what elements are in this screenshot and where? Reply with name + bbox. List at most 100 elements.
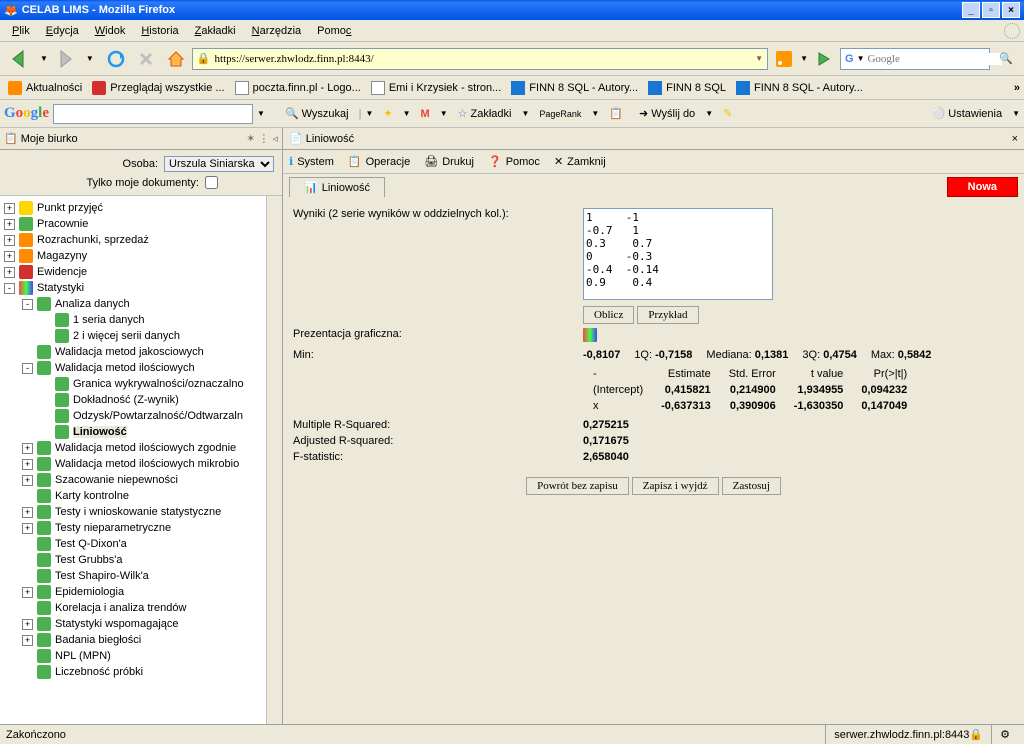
chart-icon[interactable] [583, 328, 597, 342]
menu-pomoc[interactable]: Pomoc [309, 23, 359, 39]
tb-system[interactable]: ℹSystem [289, 155, 334, 168]
menu-edycja[interactable]: Edycja [38, 23, 87, 39]
bookmark-item[interactable]: FINN 8 SQL [644, 79, 730, 97]
bookmark-item[interactable]: Emi i Krzysiek - stron... [367, 79, 505, 97]
search-go-button[interactable]: 🔍 [992, 46, 1020, 72]
zapisz-button[interactable]: Zapisz i wyjdź [632, 477, 719, 495]
osoba-select[interactable]: Urszula Siniarska [164, 156, 274, 172]
tree-node[interactable]: Karty kontrolne [0, 488, 282, 504]
menu-plik[interactable]: Plik [4, 23, 38, 39]
menu-zakladki[interactable]: Zakładki [187, 23, 244, 39]
tree-node[interactable]: +Walidacja metod ilościowych zgodnie [0, 440, 282, 456]
tree-node[interactable]: +Rozrachunki, sprzedaż [0, 232, 282, 248]
tree-twisty[interactable]: + [4, 251, 15, 262]
go-button[interactable] [810, 46, 838, 72]
tree-node[interactable]: -Statystyki [0, 280, 282, 296]
tree-twisty[interactable]: + [22, 587, 33, 598]
url-input[interactable] [215, 53, 752, 65]
url-dropdown-icon[interactable]: ▼ [755, 54, 763, 63]
tree-twisty[interactable]: + [22, 619, 33, 630]
powrot-button[interactable]: Powrót bez zapisu [526, 477, 629, 495]
restore-button[interactable]: ▫ [982, 2, 1000, 18]
feed-button[interactable] [770, 46, 798, 72]
tree-twisty[interactable]: + [22, 459, 33, 470]
tree-twisty[interactable]: + [22, 475, 33, 486]
tree-node[interactable]: NPL (MPN) [0, 648, 282, 664]
tree-node[interactable]: +Badania biegłości [0, 632, 282, 648]
oblicz-button[interactable]: Oblicz [583, 306, 634, 324]
tree-node[interactable]: 1 seria danych [0, 312, 282, 328]
overflow-chevron-icon[interactable]: » [1014, 82, 1020, 94]
menu-widok[interactable]: Widok [87, 23, 134, 39]
zastosuj-button[interactable]: Zastosuj [722, 477, 781, 495]
google-new-button[interactable]: ✦ [377, 105, 398, 122]
przyklad-button[interactable]: Przykład [637, 306, 698, 324]
reload-button[interactable] [102, 46, 130, 72]
bookmark-item[interactable]: FINN 8 SQL - Autory... [732, 79, 867, 97]
tree-node[interactable]: Liniowość [0, 424, 282, 440]
menu-historia[interactable]: Historia [133, 23, 186, 39]
tree-node[interactable]: +Statystyki wspomagające [0, 616, 282, 632]
search-bar[interactable]: G ▼ [840, 48, 990, 70]
tree-node[interactable]: +Pracownie [0, 216, 282, 232]
tree-node[interactable]: +Ewidencje [0, 264, 282, 280]
tree-twisty[interactable]: + [4, 235, 15, 246]
wyniki-textarea[interactable]: 1 -1 -0.7 1 0.3 0.7 0 -0.3 -0.4 -0.14 0.… [583, 208, 773, 300]
tb-operacje[interactable]: 📋Operacje [348, 155, 410, 168]
pagerank-button[interactable]: PageRank [533, 107, 587, 121]
tree-node[interactable]: +Magazyny [0, 248, 282, 264]
tree-node[interactable]: Korelacja i analiza trendów [0, 600, 282, 616]
google-search-input[interactable] [53, 104, 253, 124]
tree-node[interactable]: +Testy nieparametryczne [0, 520, 282, 536]
autofill-button[interactable]: 📋 [603, 105, 629, 122]
tb-pomoc[interactable]: ❓Pomoc [488, 155, 540, 168]
tree-node[interactable]: 2 i więcej serii danych [0, 328, 282, 344]
tree-node[interactable]: Odzysk/Powtarzalność/Odtwarzaln [0, 408, 282, 424]
bookmark-item[interactable]: Przeglądaj wszystkie ... [88, 79, 228, 97]
url-bar[interactable]: 🔒 ▼ [192, 48, 768, 70]
bookmark-item[interactable]: poczta.finn.pl - Logo... [231, 79, 365, 97]
tree-node[interactable]: +Testy i wnioskowanie statystyczne [0, 504, 282, 520]
tree-node[interactable]: Dokładność (Z-wynik) [0, 392, 282, 408]
tylko-checkbox[interactable] [205, 176, 218, 189]
bookmark-item[interactable]: FINN 8 SQL - Autory... [507, 79, 642, 97]
tree-node[interactable]: -Walidacja metod ilościowych [0, 360, 282, 376]
highlight-button[interactable]: ✎ [717, 105, 738, 122]
close-button[interactable]: × [1002, 2, 1020, 18]
back-button[interactable] [4, 46, 38, 72]
menu-narzedzia[interactable]: Narzędzia [244, 23, 310, 39]
google-search-button[interactable]: 🔍 Wyszukaj [279, 105, 355, 122]
minimize-button[interactable]: _ [962, 2, 980, 18]
tree-twisty[interactable]: + [22, 507, 33, 518]
tree-twisty[interactable]: - [4, 283, 15, 294]
tree-node[interactable]: Walidacja metod jakosciowych [0, 344, 282, 360]
tb-zamknij[interactable]: ✕Zamknij [554, 155, 606, 168]
tab-liniowosc[interactable]: 📊Liniowość [289, 177, 385, 197]
tree-node[interactable]: Granica wykrywalności/oznaczalno [0, 376, 282, 392]
sidebar-tool-icon[interactable]: ✶ ⋮ ◃ [246, 132, 278, 145]
tree-node[interactable]: Test Shapiro-Wilk'a [0, 568, 282, 584]
forward-button[interactable] [50, 46, 84, 72]
google-settings-button[interactable]: ⚪ Ustawienia [926, 105, 1009, 122]
google-bookmarks-button[interactable]: ☆ Zakładki [452, 105, 518, 122]
search-input[interactable] [867, 53, 1002, 65]
status-gear-icon[interactable]: ⚙ [991, 725, 1018, 744]
bookmark-item[interactable]: Aktualności [4, 79, 86, 97]
content-close-icon[interactable]: × [1012, 133, 1018, 145]
tree-node[interactable]: Test Grubbs'a [0, 552, 282, 568]
tree-twisty[interactable]: + [4, 219, 15, 230]
gmail-button[interactable]: M [415, 106, 436, 122]
tree-node[interactable]: +Walidacja metod ilościowych mikrobio [0, 456, 282, 472]
tree-node[interactable]: +Epidemiologia [0, 584, 282, 600]
tree-node[interactable]: Test Q-Dixon'a [0, 536, 282, 552]
tree-twisty[interactable]: + [4, 203, 15, 214]
tree-twisty[interactable]: + [22, 443, 33, 454]
new-button[interactable]: Nowa [947, 177, 1018, 197]
tree-twisty[interactable]: - [22, 363, 33, 374]
tree-node[interactable]: -Analiza danych [0, 296, 282, 312]
tree-twisty[interactable]: + [4, 267, 15, 278]
tree-node[interactable]: Liczebność próbki [0, 664, 282, 680]
tree-twisty[interactable]: + [22, 635, 33, 646]
tree-node[interactable]: +Punkt przyjęć [0, 200, 282, 216]
tree-twisty[interactable]: - [22, 299, 33, 310]
